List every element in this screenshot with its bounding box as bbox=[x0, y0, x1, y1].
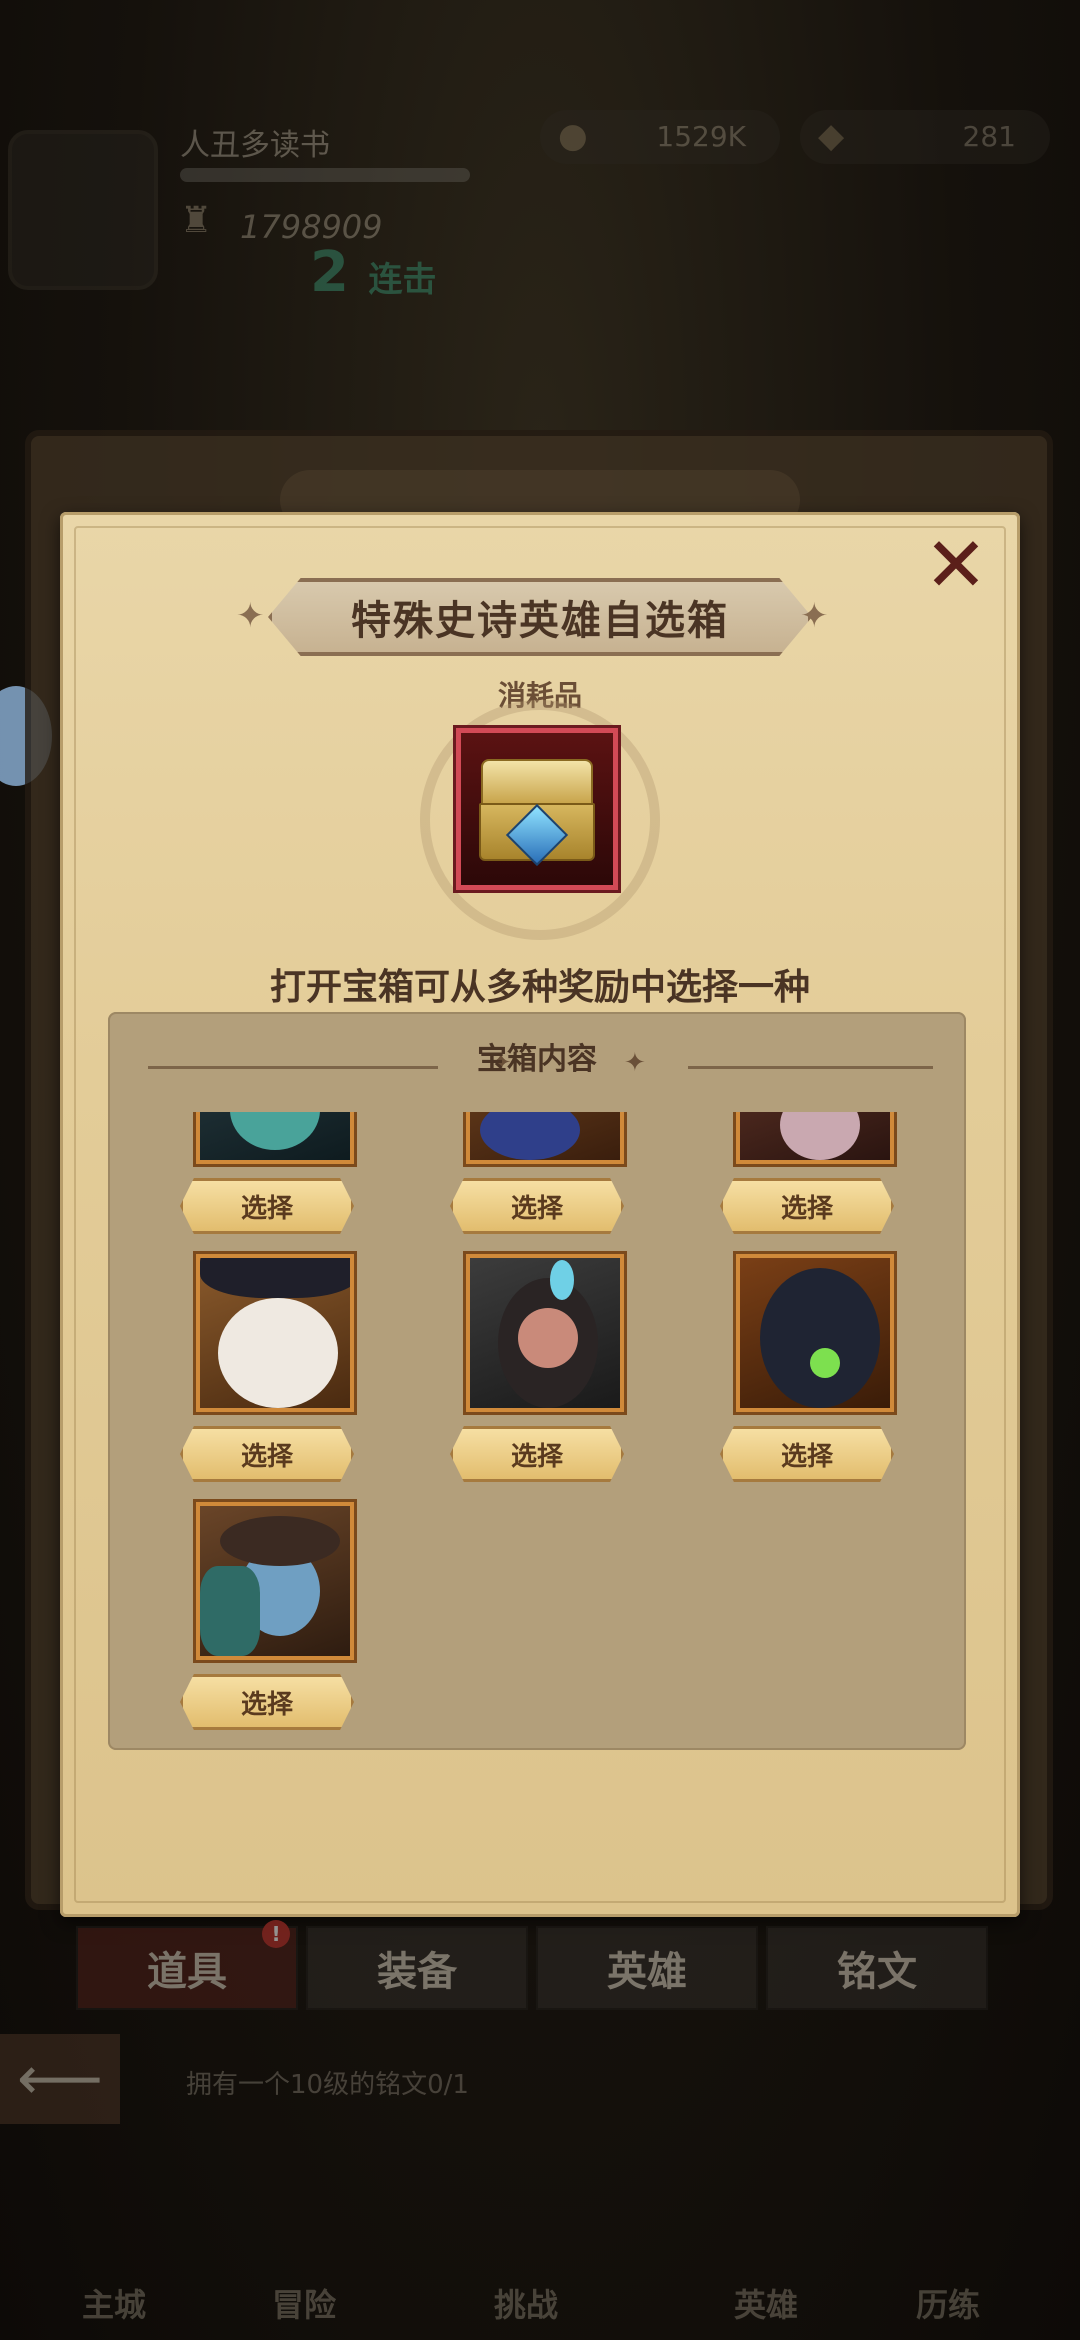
nav-training[interactable]: 历练 bbox=[916, 2280, 980, 2326]
tab-inscriptions[interactable]: 铭文 bbox=[766, 1926, 988, 2010]
combo-label: 连击 bbox=[368, 260, 437, 300]
nav-heroes[interactable]: 英雄 bbox=[734, 2280, 798, 2326]
tab-equipment[interactable]: 装备 bbox=[306, 1926, 528, 2010]
star-icon: ✦ bbox=[624, 1048, 646, 1078]
hero-options-grid[interactable]: 选择 选择 选择 选择 选择 选择 选择 bbox=[108, 1112, 966, 1750]
nav-challenge[interactable]: 挑战 bbox=[494, 2280, 558, 2326]
dialog-title: 特殊史诗英雄自选箱 bbox=[351, 598, 729, 644]
hero-option: 选择 bbox=[180, 1254, 360, 1494]
treasure-chest-icon bbox=[456, 728, 618, 890]
hero-portrait[interactable] bbox=[466, 1254, 624, 1412]
quest-hint: 拥有一个10级的铭文0/1 bbox=[186, 2070, 469, 2100]
hero-portrait[interactable] bbox=[466, 1112, 624, 1164]
select-button[interactable]: 选择 bbox=[180, 1178, 354, 1234]
gem-amount: 281 bbox=[962, 120, 1016, 153]
hero-portrait[interactable] bbox=[196, 1502, 354, 1660]
nav-main-city[interactable]: 主城 bbox=[82, 2280, 146, 2326]
hero-option: 选择 bbox=[450, 1112, 630, 1246]
gem-resource[interactable]: ◆ 281 bbox=[800, 110, 1050, 164]
nav-adventure[interactable]: 冒险 bbox=[272, 2280, 336, 2326]
player-avatar[interactable] bbox=[8, 130, 158, 290]
select-button[interactable]: 选择 bbox=[180, 1674, 354, 1730]
chest-contents-panel[interactable]: ✦ 宝箱内容 ✦ 选择 选择 选择 选择 选择 选择 选择 bbox=[108, 1012, 966, 1750]
hero-portrait[interactable] bbox=[196, 1112, 354, 1164]
hero-portrait[interactable] bbox=[736, 1254, 894, 1412]
hero-option: 选择 bbox=[450, 1254, 630, 1494]
hero-option: 选择 bbox=[720, 1112, 900, 1246]
gold-resource[interactable]: ● 1529K bbox=[540, 110, 780, 164]
back-arrow-icon[interactable]: ⟵ bbox=[0, 2034, 120, 2124]
combo-indicator: 2 连击 bbox=[310, 240, 436, 305]
dialog-title-plate: 特殊史诗英雄自选箱 bbox=[268, 578, 812, 656]
player-name: 人丑多读书 bbox=[180, 128, 330, 163]
ornament-left-icon: ✦ bbox=[236, 596, 265, 636]
hero-option: 选择 bbox=[720, 1254, 900, 1494]
hero-portrait[interactable] bbox=[736, 1112, 894, 1164]
select-button[interactable]: 选择 bbox=[720, 1426, 894, 1482]
inventory-tabs: 道具 ! 装备 英雄 铭文 bbox=[76, 1920, 988, 2010]
select-button[interactable]: 选择 bbox=[720, 1178, 894, 1234]
exp-bar bbox=[180, 168, 470, 182]
tab-items[interactable]: 道具 ! bbox=[76, 1920, 298, 2010]
hero-option: 选择 bbox=[180, 1112, 360, 1246]
select-button[interactable]: 选择 bbox=[450, 1426, 624, 1482]
top-hud: 人丑多读书 ♜ 1798909 ● 1529K ◆ 281 bbox=[0, 90, 1080, 290]
tab-heroes[interactable]: 英雄 bbox=[536, 1926, 758, 2010]
hero-portrait[interactable] bbox=[196, 1254, 354, 1412]
gold-coin-icon: ● bbox=[558, 116, 588, 156]
gem-icon: ◆ bbox=[818, 116, 845, 156]
section-title: 宝箱内容 bbox=[477, 1042, 597, 1077]
gold-amount: 1529K bbox=[656, 120, 746, 153]
power-icon: ♜ bbox=[180, 200, 213, 241]
item-description: 打开宝箱可从多种奖励中选择一种 bbox=[269, 967, 810, 1008]
select-button[interactable]: 选择 bbox=[180, 1426, 354, 1482]
notification-badge: ! bbox=[262, 1920, 290, 1948]
close-icon[interactable]: ✕ bbox=[916, 525, 996, 605]
hero-option: 选择 bbox=[180, 1502, 360, 1742]
combo-count: 2 bbox=[310, 240, 349, 305]
bottom-nav: 主城 冒险 挑战 英雄 历练 bbox=[0, 2210, 1080, 2340]
ornament-right-icon: ✦ bbox=[800, 596, 829, 636]
select-button[interactable]: 选择 bbox=[450, 1178, 624, 1234]
